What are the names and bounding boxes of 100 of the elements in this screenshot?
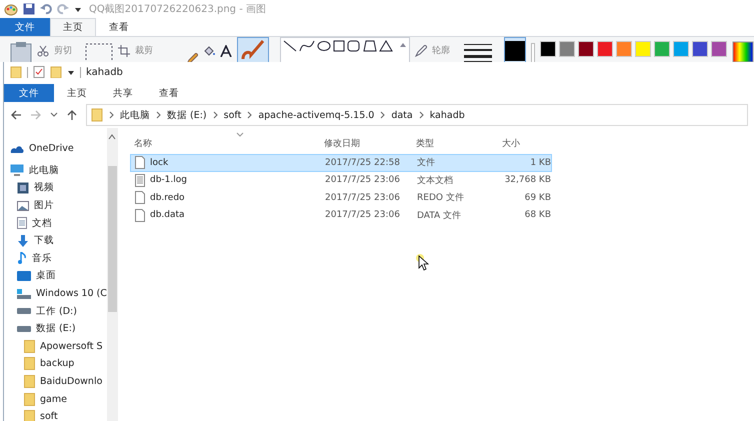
nav-item[interactable]: backup: [4, 355, 107, 373]
breadcrumb-item[interactable]: soft: [224, 110, 242, 120]
file-row[interactable]: db.data 2017/7/25 23:06 DATA 文件 68 KB: [130, 206, 552, 224]
breadcrumb-item[interactable]: kahadb: [430, 110, 465, 120]
breadcrumb-item[interactable]: 数据 (E:): [167, 108, 207, 122]
fill-icon[interactable]: [203, 45, 215, 57]
nav-item[interactable]: Apowersoft S: [4, 338, 107, 356]
nav-item[interactable]: 此电脑: [4, 162, 107, 180]
file-icon: [135, 208, 145, 222]
color-swatch[interactable]: [597, 41, 613, 57]
nav-item[interactable]: game: [4, 390, 107, 408]
file-tab[interactable]: 文件: [0, 18, 50, 36]
music-note-icon: [17, 252, 27, 264]
back-icon[interactable]: [10, 109, 22, 121]
file-date: 2017/7/25 23:06: [324, 210, 401, 220]
file-row[interactable]: db.redo 2017/7/25 23:06 REDO 文件 69 KB: [130, 189, 552, 206]
paste-icon[interactable]: [10, 41, 32, 62]
select-icon[interactable]: [85, 41, 113, 62]
chevron-icon: [212, 111, 218, 119]
cloud-icon: [10, 144, 24, 154]
color-swatch[interactable]: [654, 41, 670, 57]
nav-item[interactable]: soft: [4, 408, 107, 421]
nav-item[interactable]: 数据 (E:): [4, 320, 107, 338]
color-swatch[interactable]: [692, 41, 708, 57]
nav-item[interactable]: Windows 10 (C: [4, 284, 107, 302]
ribbon-tab[interactable]: 共享: [100, 84, 146, 102]
nav-item[interactable]: 音乐: [4, 250, 107, 268]
breadcrumb-item[interactable]: apache-activemq-5.15.0: [258, 110, 374, 120]
file-icon: [135, 191, 145, 204]
column-header[interactable]: 名称: [130, 136, 320, 150]
ribbon-tab[interactable]: 主页: [50, 18, 96, 36]
scissors-icon[interactable]: [37, 45, 49, 57]
chevron-icon: [247, 111, 252, 119]
window-title: kahadb: [86, 66, 123, 78]
properties-icon[interactable]: [33, 66, 45, 78]
scroll-thumb[interactable]: [108, 166, 117, 312]
outline-icon[interactable]: [415, 45, 427, 57]
dropdown-icon[interactable]: [74, 5, 82, 13]
desktop-icon: [17, 270, 31, 281]
file-date: 2017/7/25 23:06: [324, 175, 401, 186]
file-tab[interactable]: 文件: [4, 84, 54, 102]
nav-item[interactable]: 文档: [4, 214, 107, 232]
file-type: 文本文档: [416, 174, 454, 187]
color-swatch[interactable]: [578, 41, 594, 57]
ribbon-tab[interactable]: 查看: [96, 18, 142, 36]
folder-icon: [24, 392, 35, 406]
undo-icon[interactable]: [40, 3, 52, 15]
column-header[interactable]: 修改日期: [320, 136, 412, 150]
color-1-swatch[interactable]: [504, 37, 526, 62]
monitor-icon: [10, 164, 24, 176]
image-icon: [17, 200, 29, 211]
file-row[interactable]: lock 2017/7/25 22:58 文件 1 KB: [130, 154, 552, 172]
nav-item[interactable]: 桌面: [4, 267, 107, 285]
file-size: 32,768 KB: [504, 175, 551, 186]
recent-dropdown-icon[interactable]: [50, 111, 58, 119]
crop-icon[interactable]: [118, 45, 130, 57]
file-size: 69 KB: [524, 192, 551, 203]
nav-item[interactable]: 图片: [4, 196, 107, 214]
dropdown-icon[interactable]: [67, 68, 75, 76]
save-icon[interactable]: [23, 3, 35, 15]
column-header[interactable]: 类型: [412, 136, 498, 150]
address-bar[interactable]: 此电脑 数据 (E:) soft apache-activemq-5.15.0 data kahadb: [86, 104, 748, 126]
file-size: 68 KB: [524, 210, 551, 220]
nav-item[interactable]: OneDrive: [4, 140, 107, 158]
text-tool-icon[interactable]: [220, 45, 232, 57]
color-swatch[interactable]: [559, 41, 575, 57]
scroll-up-icon[interactable]: [108, 134, 116, 140]
color-swatch[interactable]: [616, 41, 632, 57]
system-drive-icon: [17, 288, 31, 299]
color-2-swatch[interactable]: [531, 43, 535, 62]
folder-icon: [24, 410, 35, 421]
nav-item[interactable]: 工作 (D:): [4, 302, 107, 320]
file-type: REDO 文件: [416, 192, 465, 204]
folder-icon: [24, 375, 35, 388]
column-header[interactable]: 大小: [498, 136, 550, 150]
line-size-icon[interactable]: [463, 41, 493, 62]
mouse-cursor-icon: [416, 254, 432, 272]
color-swatch[interactable]: [711, 41, 727, 57]
color-swatch[interactable]: [540, 41, 556, 57]
file-row[interactable]: db-1.log 2017/7/25 23:06 文本文档 32,768 KB: [130, 172, 552, 189]
up-icon[interactable]: [66, 109, 78, 121]
nav-item[interactable]: BaiduDownlo: [4, 372, 107, 390]
file-size: 1 KB: [529, 158, 551, 168]
shapes-gallery[interactable]: [280, 37, 410, 62]
paint-app-icon[interactable]: [4, 2, 18, 16]
drive-icon: [17, 308, 31, 314]
file-name: db.data: [150, 210, 185, 220]
color-swatch[interactable]: [673, 41, 689, 57]
text-file-icon: [135, 174, 145, 187]
breadcrumb-item[interactable]: 此电脑: [120, 108, 150, 122]
breadcrumb-item[interactable]: data: [391, 110, 413, 120]
color-swatch[interactable]: [635, 41, 651, 57]
film-icon: [17, 182, 29, 194]
ribbon-tab[interactable]: 主页: [54, 84, 100, 102]
file-date: 2017/7/25 23:06: [324, 192, 401, 203]
ribbon-tab[interactable]: 查看: [146, 84, 192, 102]
brush-button[interactable]: [237, 37, 269, 62]
scrollbar[interactable]: [106, 128, 118, 421]
nav-item[interactable]: 下载: [4, 232, 107, 250]
nav-item[interactable]: 视频: [4, 179, 107, 197]
